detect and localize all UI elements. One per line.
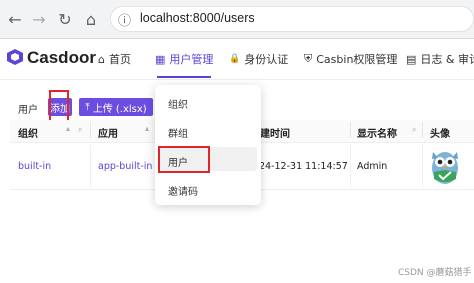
url-text[interactable]: localhost:8000/users: [140, 11, 255, 25]
column-divider: [422, 122, 423, 138]
sort-icon[interactable]: ▴: [145, 124, 149, 133]
menu-item-organizations[interactable]: 组织: [168, 96, 188, 111]
shield-icon: ⛨: [304, 52, 313, 65]
column-divider: [350, 122, 351, 138]
column-divider: [350, 145, 351, 187]
column-divider: [90, 145, 91, 187]
upload-label: 上传 (.xlsx): [92, 103, 147, 115]
lock-icon: 🔒: [229, 54, 241, 64]
cell-created-time: 24-12-31 11:14:57: [259, 161, 348, 172]
column-header-display-name[interactable]: 显示名称: [357, 125, 397, 140]
forward-icon[interactable]: →: [28, 8, 50, 30]
casdoor-logo-icon: [7, 49, 23, 65]
home-icon: ⌂: [98, 52, 105, 66]
menu-item-groups[interactable]: 群组: [168, 125, 188, 140]
active-nav-indicator: [157, 76, 211, 78]
nav-label: 日志 & 审计: [420, 53, 474, 66]
upload-button[interactable]: ⤒ 上传 (.xlsx): [79, 98, 153, 116]
home-icon[interactable]: ⌂: [80, 8, 102, 30]
grid-icon: ▦: [155, 52, 166, 66]
nav-casbin[interactable]: ⛨ Casbin权限管理: [304, 51, 397, 67]
column-header-avatar[interactable]: 头像: [430, 125, 450, 140]
column-header-app[interactable]: 应用: [98, 125, 118, 140]
avatar[interactable]: [428, 146, 462, 186]
sort-icon[interactable]: ▴: [66, 124, 70, 133]
nav-identity[interactable]: 🔒 身份认证: [229, 51, 288, 67]
nav-label: 用户管理: [169, 53, 214, 66]
reload-icon[interactable]: ↻: [54, 8, 76, 30]
nav-logs[interactable]: ▤ 日志 & 审计: [406, 51, 474, 67]
upload-icon: ⤒: [85, 101, 90, 113]
column-divider: [90, 122, 91, 138]
nav-label: 身份认证: [244, 53, 289, 66]
brand-name[interactable]: Casdoor: [27, 48, 96, 68]
site-info-icon[interactable]: ⓘ: [118, 10, 131, 29]
nav-label: Casbin权限管理: [316, 53, 398, 66]
highlight-box-users: [158, 146, 210, 173]
back-icon[interactable]: ←: [4, 8, 26, 30]
cell-app-link[interactable]: app-built-in: [98, 161, 152, 172]
nav-label: 首页: [108, 53, 131, 66]
column-header-org[interactable]: 组织: [18, 125, 38, 140]
watermark: CSDN @蘑菇猎手: [398, 268, 472, 278]
document-icon: ▤: [406, 52, 417, 66]
menu-item-invitations[interactable]: 邀请码: [168, 183, 198, 198]
nav-user-management[interactable]: ▦ 用户管理: [155, 51, 213, 67]
search-icon[interactable]: ⌕: [78, 125, 82, 135]
section-title: 用户: [18, 105, 38, 116]
nav-home[interactable]: ⌂ 首页: [98, 51, 131, 67]
search-icon[interactable]: ⌕: [412, 125, 416, 135]
cell-display-name: Admin: [357, 161, 388, 172]
cell-org-link[interactable]: built-in: [18, 161, 51, 172]
column-header-created-time[interactable]: 建时间: [260, 125, 290, 140]
column-divider: [422, 145, 423, 187]
